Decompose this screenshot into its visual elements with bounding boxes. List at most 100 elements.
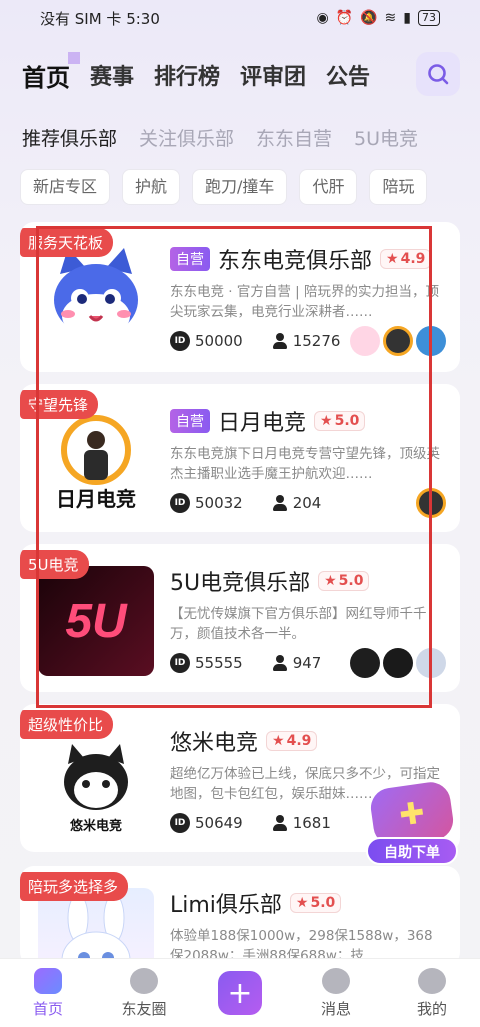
rating-badge: ★ 5.0: [289, 893, 342, 913]
club-avatar: 5U: [38, 566, 154, 676]
club-desc: 【无忧传媒旗下官方俱乐部】网红导师千千万，颜值技术各一半。: [170, 606, 427, 642]
bottom-nav: 首页 东友圈 + 消息 我的: [0, 958, 480, 1027]
eye-icon: ◉: [316, 10, 329, 26]
club-name: 5U电竞俱乐部: [170, 571, 311, 596]
club-avatar: 悠米电竞: [38, 726, 154, 836]
bottom-tab-friends[interactable]: 东友圈: [104, 967, 184, 1019]
person-icon: [418, 967, 446, 994]
club-card[interactable]: 5U电竞 5U 5U电竞俱乐部 ★ 5.0 【无忧传媒旗下官方俱乐部】网红导师千千…: [20, 544, 460, 692]
star-icon: ★: [324, 573, 337, 589]
sun-moon-logo-icon: 日月电竞: [56, 415, 136, 511]
chip-escort[interactable]: 护航: [122, 169, 181, 205]
nav-events[interactable]: 赛事: [90, 59, 134, 91]
self-order-label: 自助下单: [366, 837, 458, 865]
club-avatar: [38, 244, 154, 354]
tab-self-run[interactable]: 东东自营: [256, 124, 332, 151]
delta-force-icon: [350, 648, 380, 678]
top-nav: 首页 赛事 排行榜 评审团 公告: [22, 50, 460, 100]
bottom-tab-messages[interactable]: 消息: [296, 967, 376, 1019]
self-order-button[interactable]: ✚ 自助下单: [366, 779, 458, 871]
club-id: 50032: [195, 494, 243, 512]
club-avatar: 日月电竞: [38, 406, 154, 516]
rating-value: 5.0: [310, 895, 336, 911]
bottom-tab-mine[interactable]: 我的: [392, 967, 472, 1019]
search-button[interactable]: [416, 52, 460, 96]
nav-ranking[interactable]: 排行榜: [154, 59, 220, 91]
tab-recommended[interactable]: 推荐俱乐部: [22, 124, 117, 151]
id-icon: ID: [170, 813, 190, 833]
bottom-tab-friends-label: 东友圈: [121, 999, 167, 1018]
club-name: 东东电竞俱乐部: [218, 249, 373, 274]
thumb-text: 5U: [65, 594, 127, 648]
club-id: 50000: [195, 332, 243, 350]
club-tag: 守望先锋: [20, 390, 99, 419]
self-run-badge: 自营: [170, 409, 210, 433]
club-card[interactable]: 服务天花板 自营 东东电竞俱乐部 ★ 4.9 东东电竞 · 官方自营 | 陪玩界的…: [20, 222, 460, 372]
bottom-tab-messages-label: 消息: [320, 999, 351, 1018]
id-icon: ID: [170, 653, 190, 673]
nav-notice[interactable]: 公告: [326, 59, 370, 91]
user-icon: [272, 815, 287, 831]
bottom-tab-home-label: 首页: [32, 999, 63, 1018]
rating-value: 5.0: [334, 413, 360, 429]
club-card[interactable]: 守望先锋 日月电竞 自营 日月电竞 ★ 5.0 东东电竞旗下日月电竞专营守望先锋，…: [20, 384, 460, 532]
game-icons: [350, 326, 446, 356]
user-icon: [272, 655, 287, 671]
alarm-icon: ⏰: [335, 10, 354, 26]
club-info: 5U电竞俱乐部 ★ 5.0 【无忧传媒旗下官方俱乐部】网红导师千千万，颜值技术各一…: [170, 566, 446, 678]
club-id: 55555: [195, 654, 243, 672]
game-icons: [350, 648, 446, 678]
id-icon: ID: [170, 493, 190, 513]
club-info: 自营 日月电竞 ★ 5.0 东东电竞旗下日月电竞专营守望先锋，顶级英杰主播职业选手…: [170, 406, 446, 518]
plus-icon: +: [218, 971, 262, 1015]
status-carrier-time: 没有 SIM 卡 5:30: [40, 9, 160, 28]
wifi-icon: ≋: [384, 10, 397, 26]
chip-companion[interactable]: 陪玩: [369, 169, 428, 205]
bottom-tab-add[interactable]: +: [200, 971, 280, 1015]
rating-badge: ★ 5.0: [318, 571, 370, 591]
bottom-tab-home[interactable]: 首页: [8, 967, 88, 1019]
valorant-icon: [383, 648, 413, 678]
rating-badge: ★ 4.9: [380, 249, 432, 269]
search-icon: [428, 64, 449, 85]
club-tag: 5U电竞: [20, 550, 89, 579]
bottom-tab-mine-label: 我的: [416, 999, 447, 1018]
club-id: 50649: [195, 814, 243, 832]
rating-value: 4.9: [286, 733, 312, 749]
chip-run[interactable]: 跑刀/撞车: [192, 169, 288, 205]
club-members: 947: [292, 654, 322, 672]
club-tag: 服务天花板: [20, 228, 114, 257]
star-icon: ★: [320, 413, 333, 429]
star-icon: ★: [295, 895, 309, 911]
user-icon: [272, 495, 287, 511]
tab-followed[interactable]: 关注俱乐部: [139, 124, 234, 151]
battery-icon: 73: [418, 10, 440, 26]
filter-chips: 新店专区 护航 跑刀/撞车 代肝 陪玩: [20, 169, 480, 205]
alert-icon: ▮: [403, 10, 411, 26]
thumb-text: 日月电竞: [56, 487, 136, 511]
club-tag: 超级性价比: [20, 710, 114, 739]
club-info: 自营 东东电竞俱乐部 ★ 4.9 东东电竞 · 官方自营 | 陪玩界的实力担当，顶…: [170, 244, 446, 356]
planet-icon: [130, 967, 158, 994]
star-icon: ★: [272, 733, 285, 749]
overwatch-icon: [383, 326, 413, 356]
rating-badge: ★ 4.9: [266, 731, 318, 751]
club-name: Limi俱乐部: [170, 893, 282, 918]
club-name: 悠米电竞: [170, 731, 259, 756]
club-card[interactable]: 陪玩多选择多 Limi俱乐部 ★ 5.0 体验单188保1000w，298保158…: [20, 866, 460, 966]
thumb-text: 悠米电竞: [69, 818, 122, 833]
club-desc: 东东电竞旗下日月电竞专营守望先锋，顶级英杰主播职业选手魔王护航欢迎……: [170, 446, 440, 482]
tab-5u[interactable]: 5U电竞: [354, 124, 418, 151]
status-icons: ◉ ⏰ 🔕 ≋ ▮ 73: [316, 10, 440, 26]
id-icon: ID: [170, 331, 190, 351]
nav-home[interactable]: 首页: [22, 51, 80, 93]
rating-value: 4.9: [400, 251, 426, 267]
game-icon: [416, 326, 446, 356]
nav-jury[interactable]: 评审团: [240, 59, 306, 91]
user-icon: [272, 333, 287, 349]
star-icon: ★: [386, 251, 399, 267]
anime-game-icon: [350, 326, 380, 356]
chip-new-store[interactable]: 新店专区: [20, 169, 111, 205]
chip-grind[interactable]: 代肝: [299, 169, 358, 205]
club-info: Limi俱乐部 ★ 5.0 体验单188保1000w，298保1588w，368保…: [170, 888, 446, 966]
